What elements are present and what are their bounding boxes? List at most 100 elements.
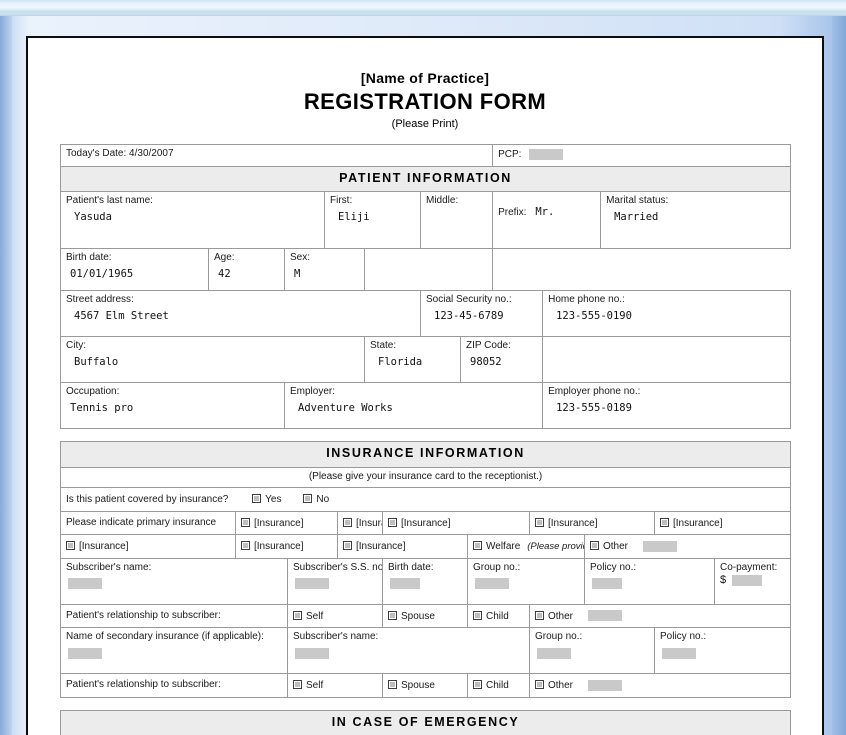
secondary-subscriber-cell[interactable]: Subscriber's name: — [287, 627, 530, 675]
window-titlebar[interactable] — [0, 0, 846, 16]
zip-cell[interactable]: ZIP Code: 98052 — [459, 336, 544, 384]
pcp-label: PCP: — [498, 149, 522, 160]
middle-name-cell[interactable]: Middle: — [419, 191, 494, 250]
secondary-group-cell[interactable]: Group no.: — [529, 627, 655, 675]
checkbox-primary-1[interactable] — [241, 517, 250, 527]
checkbox-other-insurance[interactable] — [590, 541, 599, 551]
relationship2-self-cell[interactable]: Self — [287, 673, 383, 698]
insurance-birth-date-input[interactable] — [390, 578, 420, 590]
relationship2-self-label: Self — [306, 680, 324, 692]
covered-yes-label: Yes — [265, 494, 282, 506]
primary-insurance-option-7[interactable]: [Insurance] — [235, 534, 338, 559]
policy-no-input[interactable] — [592, 578, 622, 590]
last-name-cell[interactable]: Patient's last name: Yasuda — [60, 191, 325, 250]
checkbox-relationship-child[interactable] — [473, 610, 482, 620]
ssn-cell[interactable]: Social Security no.: 123-45-6789 — [419, 290, 544, 338]
relationship2-spouse-cell[interactable]: Spouse — [382, 673, 468, 698]
relationship-other-cell[interactable]: Other — [528, 603, 792, 629]
checkbox-relationship-spouse[interactable] — [388, 610, 397, 620]
table-row: Please indicate primary insurance [Insur… — [60, 510, 792, 536]
copayment-input[interactable] — [732, 574, 763, 586]
primary-insurance-option-1[interactable]: [Insurance] — [235, 510, 338, 536]
relationship-spouse-cell[interactable]: Spouse — [382, 603, 468, 629]
age-cell[interactable]: Age: 42 — [208, 248, 285, 292]
first-name-value: Eliji — [338, 210, 370, 223]
subscriber-ssn-cell[interactable]: Subscriber's S.S. no.: — [287, 557, 383, 605]
checkbox-primary-3[interactable] — [388, 517, 397, 527]
checkbox-relationship2-spouse[interactable] — [388, 680, 397, 690]
employer-phone-cell[interactable]: Employer phone no.: 123-555-0189 — [542, 382, 792, 430]
sex-cell[interactable]: Sex: M — [284, 248, 365, 292]
checkbox-relationship2-self[interactable] — [293, 680, 302, 690]
relationship2-other-input[interactable] — [587, 679, 622, 691]
secondary-group-input[interactable] — [537, 647, 571, 659]
subscriber-name-input[interactable] — [68, 578, 102, 590]
checkbox-relationship2-other[interactable] — [535, 680, 544, 690]
zip-label: ZIP Code: — [466, 340, 511, 352]
table-row: Occupation: Tennis pro Employer: Adventu… — [60, 382, 792, 430]
checkbox-covered-no[interactable] — [303, 494, 313, 504]
relationship2-other-cell[interactable]: Other — [528, 673, 792, 698]
occupation-cell[interactable]: Occupation: Tennis pro — [60, 382, 285, 430]
primary-insurance-option-3[interactable]: [Insurance] — [382, 510, 530, 536]
city-value: Buffalo — [74, 355, 119, 368]
group-no-cell[interactable]: Group no.: — [467, 557, 585, 605]
prefix-cell[interactable]: Prefix: Mr. — [492, 191, 602, 250]
state-cell[interactable]: State: Florida — [364, 336, 461, 384]
welfare-option-cell[interactable]: Welfare (Please provide coupon) — [467, 534, 585, 559]
primary-insurance-option-6[interactable]: [Insurance] — [60, 534, 236, 559]
pcp-input[interactable] — [529, 148, 564, 160]
checkbox-primary-6[interactable] — [66, 541, 75, 551]
copayment-cell[interactable]: Co-payment: $ — [713, 557, 792, 605]
relationship2-child-cell[interactable]: Child — [467, 673, 530, 698]
insurance-birth-date-label: Birth date: — [388, 561, 434, 573]
primary-insurance-option-2[interactable]: [Insurance] — [337, 510, 383, 536]
secondary-subscriber-input[interactable] — [295, 647, 329, 659]
prefix-label: Prefix: — [498, 207, 527, 219]
primary-insurance-option-5[interactable]: [Insurance] — [653, 510, 792, 536]
table-row: Today's Date: 4/30/2007 PCP: — [59, 144, 792, 167]
checkbox-primary-2[interactable] — [343, 517, 352, 527]
relationship-self-cell[interactable]: Self — [287, 603, 383, 629]
home-phone-cell[interactable]: Home phone no.: 123-555-0190 — [542, 290, 792, 338]
birth-date-cell[interactable]: Birth date: 01/01/1965 — [60, 248, 209, 292]
pcp-cell[interactable]: PCP: — [492, 144, 792, 167]
insurance-information-table: INSURANCE INFORMATION (Please give your … — [59, 441, 792, 698]
employer-cell[interactable]: Employer: Adventure Works — [283, 382, 544, 430]
checkbox-primary-7[interactable] — [241, 541, 250, 551]
checkbox-primary-8[interactable] — [343, 541, 352, 551]
subscriber-name-cell[interactable]: Subscriber's name: — [60, 557, 288, 605]
checkbox-relationship2-child[interactable] — [473, 680, 482, 690]
insurance-birth-date-cell[interactable]: Birth date: — [382, 557, 468, 605]
subscriber-ssn-input[interactable] — [295, 578, 329, 590]
primary-insurance-option-8[interactable]: [Insurance] — [337, 534, 468, 559]
secondary-insurance-cell[interactable]: Name of secondary insurance (if applicab… — [60, 627, 288, 675]
prefix-value: Mr. — [535, 206, 555, 219]
first-name-cell[interactable]: First: Eliji — [324, 191, 421, 250]
first-name-label: First: — [330, 195, 353, 207]
relationship-child-cell[interactable]: Child — [467, 603, 530, 629]
other-insurance-input[interactable] — [642, 540, 677, 552]
group-no-input[interactable] — [475, 578, 509, 590]
city-cell[interactable]: City: Buffalo — [60, 336, 365, 384]
primary-option-6-label: [Insurance] — [79, 541, 129, 553]
other-insurance-cell[interactable]: Other — [583, 534, 792, 559]
sex-label: Sex: — [290, 252, 311, 264]
currency-symbol: $ — [720, 574, 727, 587]
checkbox-covered-yes[interactable] — [252, 494, 262, 504]
group-no-label: Group no.: — [473, 561, 521, 573]
window-left-border — [0, 16, 12, 735]
checkbox-welfare[interactable] — [473, 541, 482, 551]
secondary-policy-input[interactable] — [662, 647, 696, 659]
checkbox-relationship-other[interactable] — [535, 610, 544, 620]
marital-status-cell[interactable]: Marital status: Married — [600, 191, 792, 250]
street-address-cell[interactable]: Street address: 4567 Elm Street — [60, 290, 421, 338]
checkbox-primary-4[interactable] — [535, 517, 544, 527]
primary-insurance-option-4[interactable]: [Insurance] — [529, 510, 655, 536]
checkbox-primary-5[interactable] — [660, 517, 669, 527]
policy-no-cell[interactable]: Policy no.: — [584, 557, 715, 605]
secondary-policy-cell[interactable]: Policy no.: — [653, 627, 792, 675]
secondary-insurance-input[interactable] — [68, 647, 102, 659]
checkbox-relationship-self[interactable] — [293, 610, 302, 620]
relationship-other-input[interactable] — [587, 610, 622, 622]
